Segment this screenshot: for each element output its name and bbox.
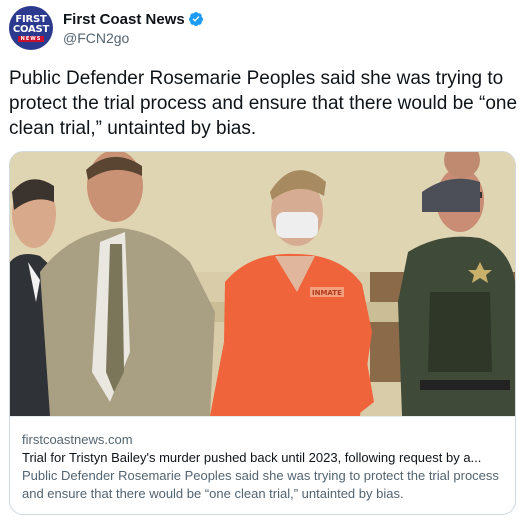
avatar-text-line-2: COAST	[12, 23, 50, 35]
link-card[interactable]: INMATE firstcoastnews.com Trial for Tris…	[9, 151, 516, 515]
card-body[interactable]: firstcoastnews.com Trial for Tristyn Bai…	[10, 416, 515, 514]
tweet-header: FIRST COAST NEWS First Coast News @FCN2g…	[9, 6, 204, 50]
courtroom-photo: INMATE	[10, 152, 515, 416]
account-handle[interactable]: @FCN2go	[63, 29, 204, 47]
display-name-row: First Coast News	[63, 10, 204, 29]
card-description: Public Defender Rosemarie Peoples said s…	[22, 468, 499, 501]
verified-badge-icon	[188, 12, 203, 27]
display-name[interactable]: First Coast News	[63, 10, 185, 29]
card-image[interactable]: INMATE	[10, 152, 515, 416]
card-domain[interactable]: firstcoastnews.com	[22, 431, 503, 449]
tweet-text: Public Defender Rosemarie Peoples said s…	[9, 68, 518, 139]
inmate-shirt-text: INMATE	[312, 289, 342, 297]
avatar-text-line-1: FIRST	[15, 13, 47, 25]
card-title[interactable]: Trial for Tristyn Bailey's murder pushed…	[22, 449, 503, 467]
account-names: First Coast News @FCN2go	[63, 10, 204, 47]
avatar-text-line-3: NEWS	[17, 35, 45, 42]
account-avatar[interactable]: FIRST COAST NEWS	[9, 6, 53, 50]
